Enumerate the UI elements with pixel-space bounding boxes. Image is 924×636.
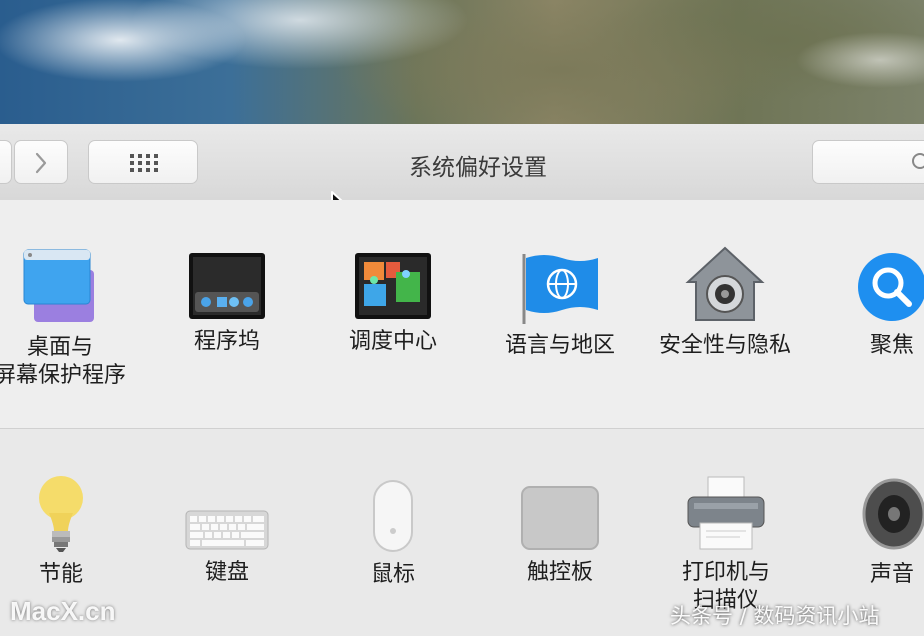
back-button[interactable] [0,140,12,184]
preferences-row-personal: 桌面与 屏幕保护程序 程序坞 调度中心 语言与地区 安全性与隐私 聚焦 [0,200,924,429]
pane-label: 调度中心 [348,329,437,354]
forward-button[interactable] [14,140,68,184]
pane-label: 键盘 [204,560,249,585]
search-input[interactable] [812,140,924,184]
system-preferences-window: 系统偏好设置 桌面与 屏幕保护程序 程序坞 调度中心 语言与地区 安全性与隐私 … [0,124,924,636]
window-title: 系统偏好设置 [409,155,547,181]
pane-spotlight[interactable]: 聚焦 [807,250,924,360]
show-all-button[interactable] [88,140,198,184]
pane-label-line2: 屏幕保护程序 [0,363,126,388]
pane-dock[interactable]: 程序坞 [142,252,312,356]
keyboard-icon [185,510,269,550]
pane-desktop-screensaver[interactable]: 桌面与 屏幕保护程序 [0,248,145,390]
dock-icon [189,253,265,319]
pane-label: 语言与地区 [504,333,615,358]
pane-label: 节能 [38,562,83,587]
chevron-right-icon [35,152,47,174]
window-toolbar: 系统偏好设置 [0,124,924,226]
pane-label: 聚焦 [869,333,914,358]
security-privacy-icon [685,246,765,321]
desktop-screensaver-icon [23,249,94,322]
pane-label: 程序坞 [193,329,260,354]
pane-energy-saver[interactable]: 节能 [0,473,146,589]
pane-label: 打印机与 [681,560,770,585]
pane-keyboard[interactable]: 键盘 [142,507,312,587]
watermark-right: 头条号 / 数码资讯小站 [670,604,880,628]
pane-label: 声音 [869,562,914,587]
language-region-icon [522,254,598,324]
pane-label: 触控板 [526,560,593,585]
pane-label: 鼠标 [370,562,415,587]
pane-mission-control[interactable]: 调度中心 [308,252,478,356]
pane-mouse[interactable]: 鼠标 [308,479,478,589]
mission-control-icon [355,253,431,319]
pane-language-region[interactable]: 语言与地区 [475,252,645,360]
pane-label: 安全性与隐私 [658,333,791,358]
mouse-icon [373,480,413,552]
pane-printer-scanner[interactable]: 打印机与 扫描仪 [641,475,811,615]
pane-sound[interactable]: 声音 [807,475,924,589]
pane-label: 桌面与 [26,335,93,360]
pane-security-privacy[interactable]: 安全性与隐私 [640,246,810,360]
watermark-left: MacX.cn [10,596,116,626]
pane-trackpad[interactable]: 触控板 [475,485,645,587]
grid-icon [130,154,158,172]
trackpad-icon [521,486,599,550]
search-icon [912,153,924,169]
desktop-wallpaper [0,0,924,140]
sound-icon [862,478,924,550]
printer-scanner-icon [687,476,765,550]
spotlight-icon [858,253,924,321]
energy-saver-icon [39,476,83,552]
